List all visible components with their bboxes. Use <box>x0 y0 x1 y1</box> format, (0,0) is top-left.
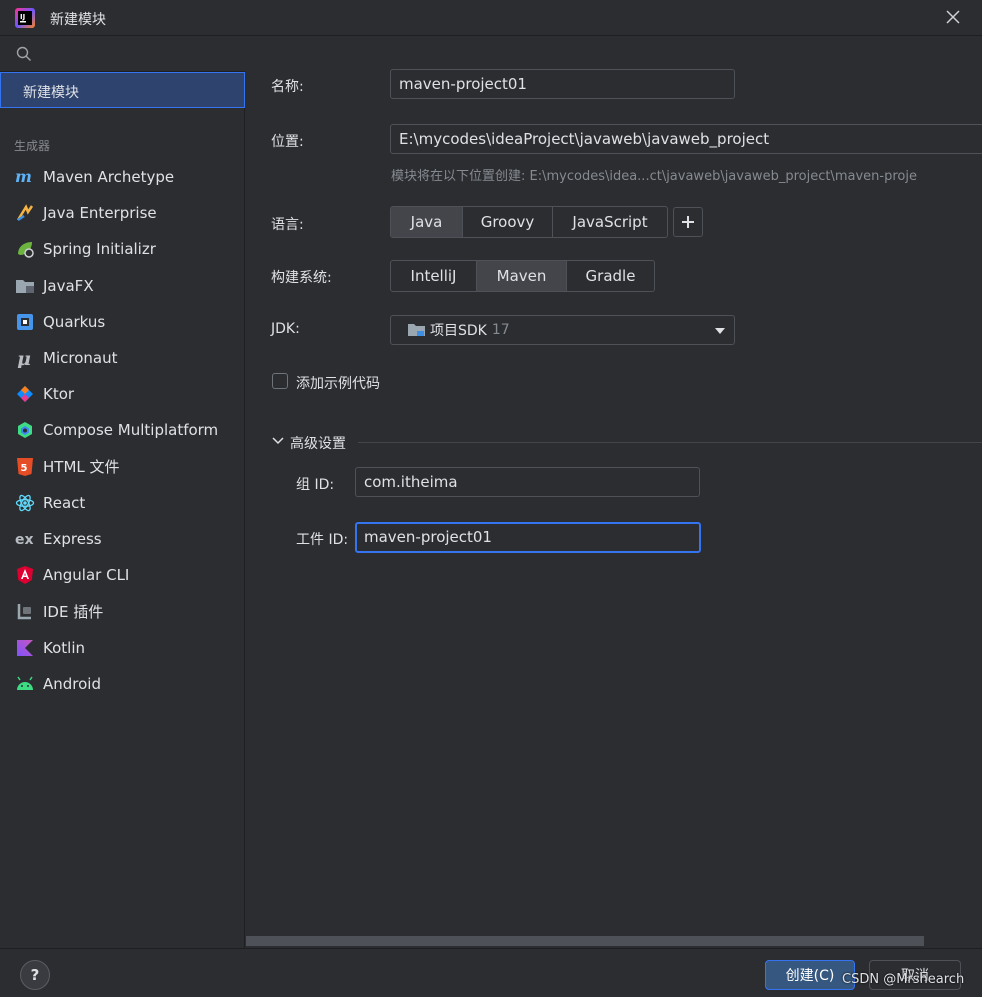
language-label: 语言: <box>271 217 304 233</box>
dialog-footer: ? 创建(C) 取消 CSDN @Mrshearch <box>0 948 982 997</box>
sidebar-item-express[interactable]: ex Express <box>0 521 245 557</box>
java-enterprise-icon <box>14 202 36 224</box>
svg-text:IJ: IJ <box>20 13 25 21</box>
sidebar-item-new-module[interactable]: 新建模块 <box>0 72 245 108</box>
sidebar: 新建模块 生成器 m Maven Archetype Java Enterpri… <box>0 36 245 948</box>
advanced-divider <box>358 442 982 443</box>
sidebar-item-micronaut[interactable]: μ Micronaut <box>0 340 245 376</box>
jdk-value: 项目SDK <box>430 323 487 339</box>
watermark: CSDN @Mrshearch <box>842 972 965 987</box>
sidebar-item-ktor[interactable]: Ktor <box>0 376 245 412</box>
build-option-gradle[interactable]: Gradle <box>567 261 654 291</box>
compose-icon <box>14 419 36 441</box>
advanced-settings-toggle[interactable]: 高级设置 <box>290 433 346 453</box>
generators-section-label: 生成器 <box>14 139 51 153</box>
location-input[interactable]: E:\mycodes\ideaProject\javaweb\javaweb_p… <box>390 124 982 154</box>
artifact-id-label: 工件 ID: <box>296 532 349 548</box>
artifact-id-input[interactable]: maven-project01 <box>355 522 701 553</box>
jdk-dropdown[interactable]: 项目SDK 17 <box>390 315 735 345</box>
language-option-javascript[interactable]: JavaScript <box>553 207 667 237</box>
main-panel: 名称: maven-project01 位置: E:\mycodes\ideaP… <box>246 36 982 948</box>
horizontal-scrollbar[interactable] <box>246 936 924 946</box>
build-option-maven[interactable]: Maven <box>477 261 567 291</box>
add-language-button[interactable] <box>673 207 703 237</box>
sidebar-search[interactable] <box>0 36 245 72</box>
window-title: 新建模块 <box>50 12 106 28</box>
sidebar-item-label: 新建模块 <box>23 85 79 101</box>
sidebar-item-quarkus[interactable]: Quarkus <box>0 304 245 340</box>
build-option-intellij[interactable]: IntelliJ <box>391 261 477 291</box>
sidebar-item-react[interactable]: React <box>0 485 245 521</box>
language-option-groovy[interactable]: Groovy <box>463 207 553 237</box>
build-system-label: 构建系统: <box>271 270 332 286</box>
sample-code-checkbox[interactable] <box>272 373 288 389</box>
sidebar-item-angular-cli[interactable]: Angular CLI <box>0 557 245 593</box>
jdk-version: 17 <box>491 322 510 338</box>
android-icon <box>14 673 36 695</box>
chevron-down-icon <box>715 328 725 334</box>
svg-text:ex: ex <box>15 532 34 547</box>
svg-text:5: 5 <box>21 463 28 474</box>
intellij-logo-icon: IJ <box>15 8 35 28</box>
html5-icon: 5 <box>14 456 36 478</box>
ide-plugin-icon <box>14 600 36 622</box>
location-hint: 模块将在以下位置创建: E:\mycodes\idea...ct\javaweb… <box>391 169 917 184</box>
quarkus-icon <box>14 311 36 333</box>
sidebar-item-ide-plugin[interactable]: IDE 插件 <box>0 593 245 629</box>
sidebar-item-spring-initializr[interactable]: Spring Initializr <box>0 231 245 267</box>
spring-icon <box>14 238 36 260</box>
kotlin-icon <box>14 637 36 659</box>
title-bar: IJ 新建模块 <box>0 0 982 36</box>
name-input[interactable]: maven-project01 <box>390 69 735 99</box>
group-id-label: 组 ID: <box>296 477 335 493</box>
maven-icon: m <box>14 166 36 188</box>
sidebar-item-maven-archetype[interactable]: m Maven Archetype <box>0 159 245 195</box>
sample-code-label: 添加示例代码 <box>296 376 380 392</box>
name-label: 名称: <box>271 79 304 95</box>
express-icon: ex <box>14 528 36 550</box>
build-system-segmented-control: IntelliJ Maven Gradle <box>390 260 655 292</box>
javafx-folder-icon <box>14 275 36 297</box>
group-id-input[interactable]: com.itheima <box>355 467 700 497</box>
chevron-down-icon[interactable] <box>272 437 284 445</box>
ktor-icon <box>14 383 36 405</box>
sidebar-item-compose-multiplatform[interactable]: Compose Multiplatform <box>0 412 245 448</box>
sidebar-item-kotlin[interactable]: Kotlin <box>0 629 245 665</box>
svg-text:μ: μ <box>17 348 31 368</box>
help-button[interactable]: ? <box>20 960 50 990</box>
sidebar-item-html-file[interactable]: 5 HTML 文件 <box>0 449 245 485</box>
jdk-label: JDK: <box>271 321 300 337</box>
language-segmented-control: Java Groovy JavaScript <box>390 206 668 238</box>
angular-icon <box>14 564 36 586</box>
sidebar-item-java-enterprise[interactable]: Java Enterprise <box>0 195 245 231</box>
language-option-java[interactable]: Java <box>391 207 463 237</box>
sidebar-item-javafx[interactable]: JavaFX <box>0 268 245 304</box>
react-icon <box>14 492 36 514</box>
micronaut-icon: μ <box>14 347 36 369</box>
folder-icon <box>408 324 425 336</box>
generator-list: m Maven Archetype Java Enterprise Spring… <box>0 159 245 702</box>
plus-icon <box>682 216 694 228</box>
svg-text:m: m <box>15 169 32 185</box>
location-label: 位置: <box>271 134 304 150</box>
close-icon[interactable] <box>946 10 960 24</box>
sidebar-item-android[interactable]: Android <box>0 666 245 702</box>
search-icon <box>16 46 31 61</box>
